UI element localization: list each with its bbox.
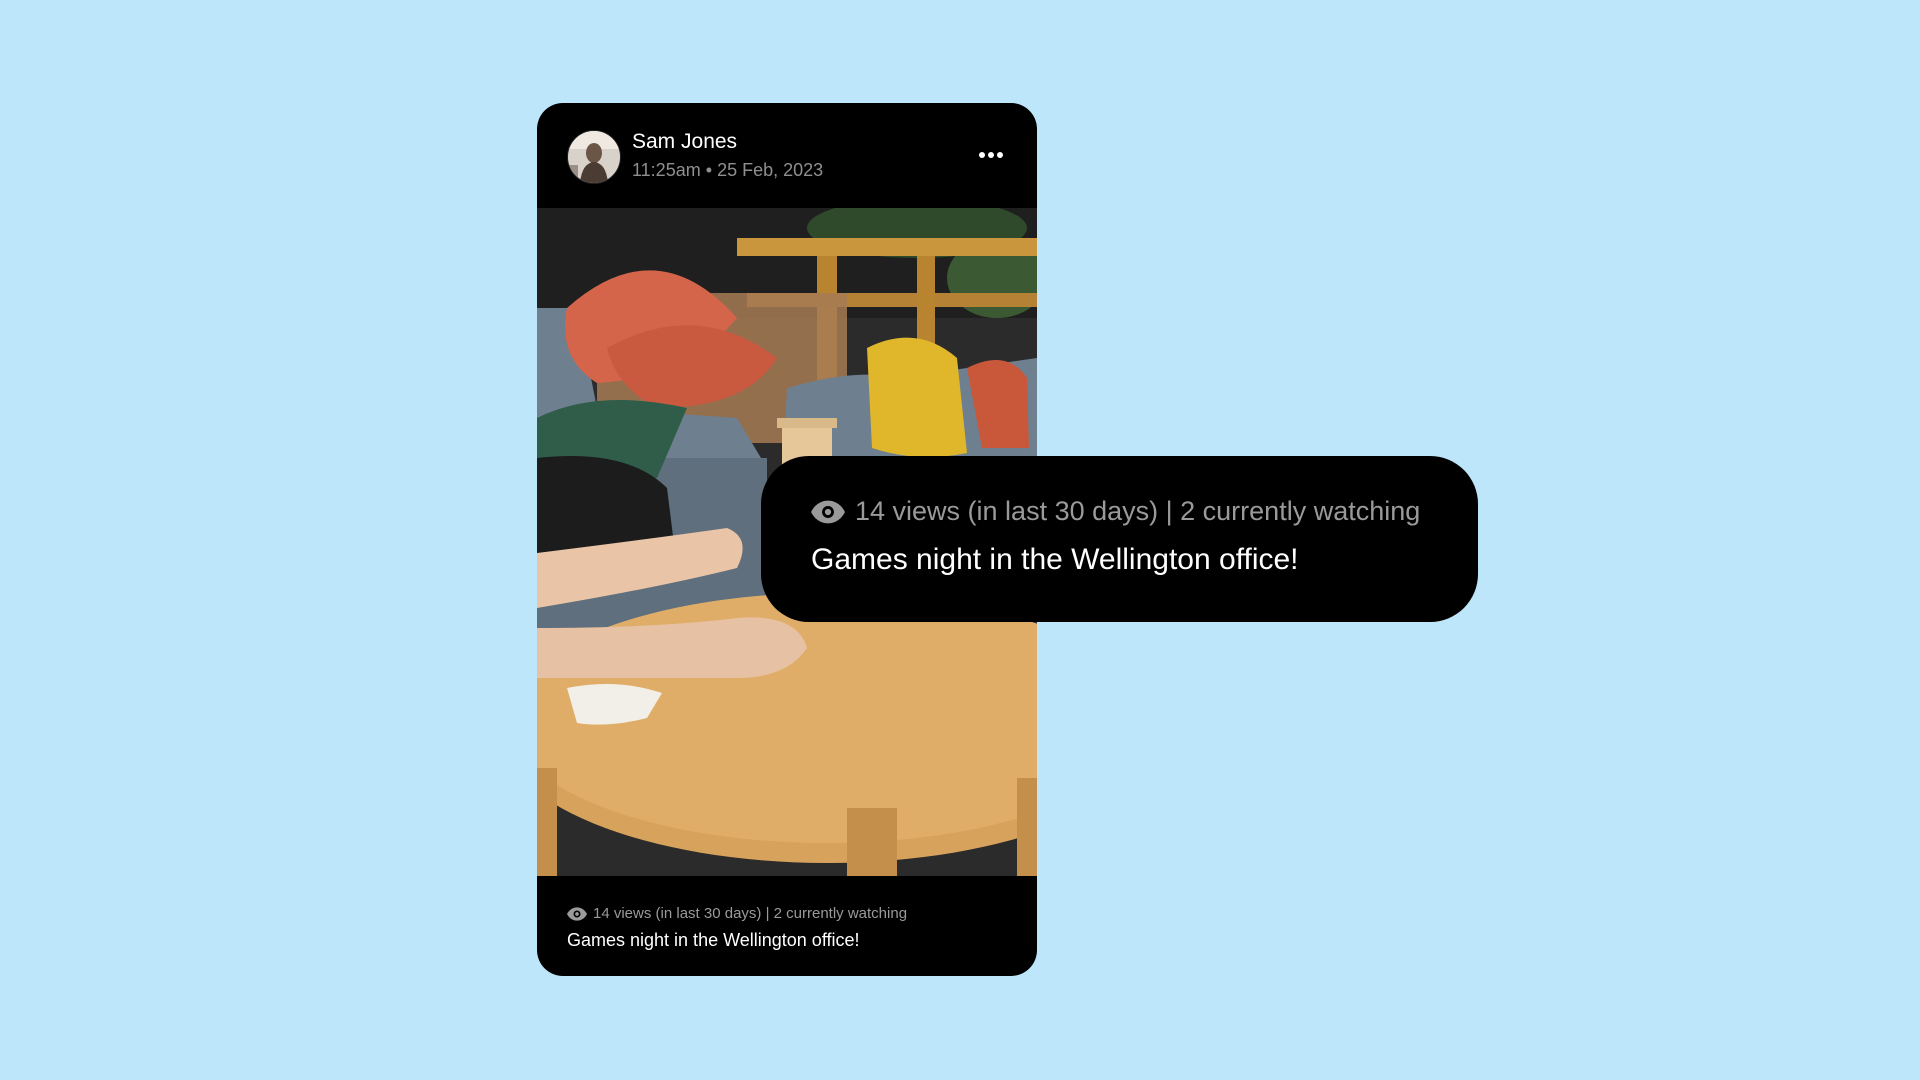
- callout-stats-text: 14 views (in last 30 days) | 2 currently…: [855, 496, 1421, 526]
- meta-separator: •: [705, 160, 713, 180]
- post-caption: Games night in the Wellington office!: [567, 930, 860, 950]
- post-date: 25 Feb, 2023: [717, 160, 824, 180]
- more-horizontal-icon: [979, 152, 1003, 158]
- more-options-button[interactable]: [971, 140, 1011, 170]
- stats-callout: 14 views (in last 30 days) | 2 currently…: [761, 456, 1478, 622]
- eye-icon: [567, 906, 587, 921]
- author-avatar[interactable]: [567, 130, 621, 184]
- post-footer: 14 views (in last 30 days) | 2 currently…: [537, 876, 1037, 976]
- callout-stats: 14 views (in last 30 days) | 2 currently…: [811, 496, 1420, 527]
- post-timestamp: 11:25am • 25 Feb, 2023: [632, 160, 823, 181]
- post-time: 11:25am: [632, 160, 701, 180]
- callout-caption: Games night in the Wellington office!: [811, 543, 1299, 576]
- post-stats: 14 views (in last 30 days) | 2 currently…: [567, 905, 907, 922]
- author-name[interactable]: Sam Jones: [632, 130, 737, 154]
- page: Sam Jones 11:25am • 25 Feb, 2023 14 view…: [0, 0, 1920, 1080]
- post-stats-text: 14 views (in last 30 days) | 2 currently…: [593, 905, 908, 922]
- eye-icon: [811, 500, 845, 523]
- post-header: Sam Jones 11:25am • 25 Feb, 2023: [537, 103, 1037, 208]
